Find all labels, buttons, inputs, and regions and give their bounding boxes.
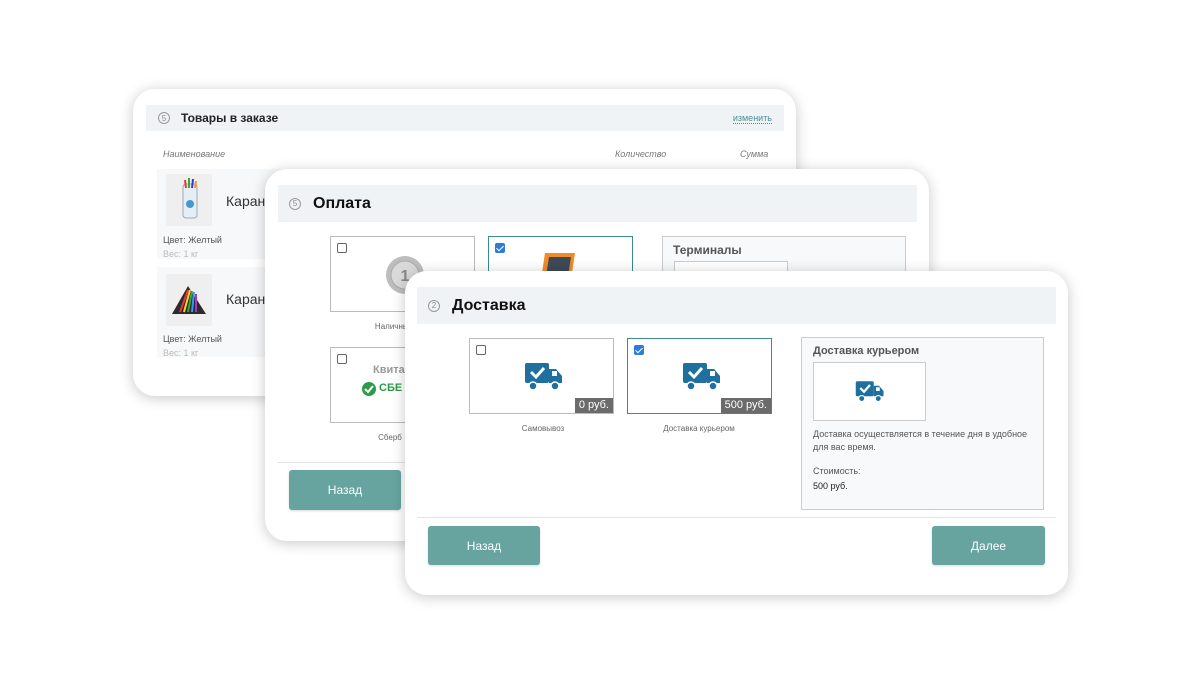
delivery-header: 2 Доставка xyxy=(417,287,1056,324)
delivery-info-image xyxy=(813,362,926,421)
delivery-cost-value: 500 руб. xyxy=(813,481,848,491)
delivery-info-description: Доставка осуществляется в течение дня в … xyxy=(813,429,1028,452)
back-button[interactable]: Назад xyxy=(428,526,540,565)
payment-checkbox[interactable] xyxy=(337,243,347,253)
truck-icon xyxy=(683,363,720,391)
product-thumbnail xyxy=(166,274,212,326)
product-name: Каран xyxy=(226,193,266,209)
delivery-option-label: Доставка курьером xyxy=(663,424,735,433)
delivery-option-courier[interactable]: 500 руб. xyxy=(627,338,772,414)
pencil-cup-icon xyxy=(182,178,198,219)
delivery-title: Доставка xyxy=(452,296,526,314)
divider xyxy=(278,462,418,463)
product-thumbnail xyxy=(166,174,212,226)
delivery-card: 2 Доставка 0 руб. Самовывоз 500 руб. Дос… xyxy=(405,271,1068,595)
delivery-info-title: Доставка курьером xyxy=(813,345,920,357)
delivery-info-panel: Доставка курьером Доставка осуществляетс… xyxy=(801,337,1044,510)
product-color: Цвет: Желтый xyxy=(163,334,222,344)
payment-header: 5 Оплата xyxy=(278,185,917,222)
delivery-cost-label: Стоимость: xyxy=(813,466,861,476)
product-name: Каран xyxy=(226,291,266,307)
payment-checkbox[interactable] xyxy=(337,354,347,364)
column-qty-header: Количество xyxy=(615,149,667,159)
step-number: 5 xyxy=(158,112,170,124)
step-number: 5 xyxy=(289,197,301,210)
sberbank-icon xyxy=(362,382,376,396)
product-weight: Вес: 1 кг xyxy=(163,249,199,259)
delivery-checkbox[interactable] xyxy=(634,345,644,355)
receipt-text: Квита xyxy=(373,364,405,376)
payment-option-label: Сберб xyxy=(378,433,402,442)
step-number: 2 xyxy=(428,299,440,312)
divider xyxy=(417,517,1056,518)
price-tag: 0 руб. xyxy=(574,398,613,413)
delivery-option-label: Самовывоз xyxy=(521,424,565,433)
truck-icon xyxy=(525,363,562,391)
sberbank-logo-text: СБЕ xyxy=(379,382,403,394)
product-color: Цвет: Желтый xyxy=(163,235,222,245)
order-items-header: 5 Товары в заказе изменить xyxy=(146,105,784,131)
delivery-checkbox[interactable] xyxy=(476,345,486,355)
column-sum-header: Сумма xyxy=(740,149,769,159)
next-button[interactable]: Далее xyxy=(932,526,1045,565)
pencil-set-icon xyxy=(172,286,206,314)
order-items-title: Товары в заказе xyxy=(181,111,279,125)
payment-info-panel: Терминалы xyxy=(662,236,906,283)
product-weight: Вес: 1 кг xyxy=(163,348,199,358)
payment-info-title: Терминалы xyxy=(673,243,742,257)
payment-title: Оплата xyxy=(313,194,371,212)
truck-icon xyxy=(855,381,884,403)
delivery-option-pickup[interactable]: 0 руб. xyxy=(469,338,614,414)
back-button[interactable]: Назад xyxy=(289,470,401,510)
price-tag: 500 руб. xyxy=(720,398,771,413)
payment-checkbox[interactable] xyxy=(495,243,505,253)
column-name-header: Наименование xyxy=(163,149,226,159)
edit-link[interactable]: изменить xyxy=(732,113,772,124)
